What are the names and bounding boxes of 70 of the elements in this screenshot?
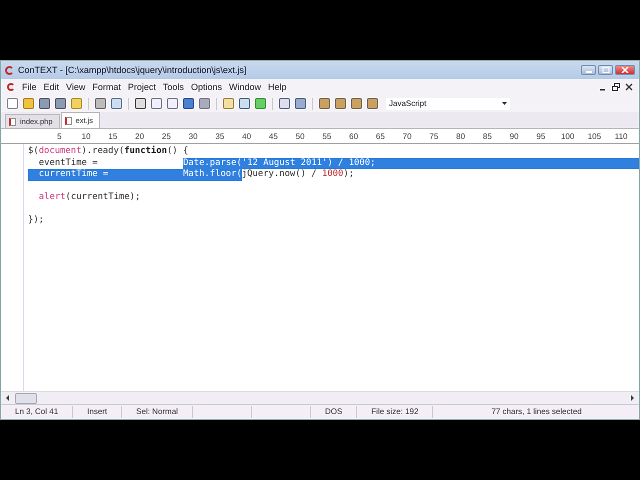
code-text: ); (343, 169, 354, 180)
restore-icon[interactable] (612, 83, 620, 91)
code-text: eventTime = (38, 158, 99, 169)
code-text: () { (166, 146, 188, 158)
maximize-icon (602, 67, 610, 73)
ruler-number: 75 (428, 132, 440, 140)
app-logo-icon (5, 66, 14, 74)
code-text: document (38, 146, 82, 158)
menu-item[interactable]: Options (190, 82, 222, 92)
language-dropdown[interactable]: JavaScript (386, 98, 510, 110)
ruler-number: 105 (586, 132, 602, 140)
code-text: jQuery.now() / (242, 169, 318, 180)
ruler-number: 70 (402, 132, 413, 140)
file-icon (64, 116, 72, 124)
ruler-number: 55 (321, 132, 332, 140)
ruler-number: 80 (455, 132, 466, 140)
menu-item[interactable]: View (66, 82, 86, 92)
ruler-number: 85 (482, 132, 493, 140)
menu-item[interactable]: Help (268, 82, 286, 92)
status-text: Ln 3, Col 41 (1, 406, 74, 418)
scroll-thumb[interactable] (15, 392, 37, 404)
ruler-number: 65 (374, 132, 386, 140)
file-icon (9, 118, 16, 126)
ruler-number: 30 (188, 132, 199, 140)
ruler-number: 5 (56, 132, 63, 140)
ruler-number: 20 (134, 132, 146, 140)
menu-item[interactable]: Window (228, 82, 261, 92)
close-icon (621, 67, 629, 73)
document-menu-icon[interactable] (7, 83, 15, 91)
close-icon[interactable] (625, 83, 633, 91)
ruler-number: 35 (214, 132, 226, 140)
ruler-number: 40 (241, 132, 252, 140)
ruler-number: 25 (160, 132, 172, 140)
menu-item[interactable]: Project (128, 82, 156, 92)
scroll-left-icon[interactable] (5, 394, 11, 402)
minimize-button[interactable] (581, 65, 596, 75)
code-text: }); (28, 215, 44, 226)
menu-item[interactable]: Tools (162, 82, 184, 92)
code-text: function (124, 146, 167, 158)
ruler-number: 15 (107, 132, 118, 140)
dropdown-arrow-icon (502, 102, 507, 105)
ruler-number: 110 (614, 132, 628, 140)
status-text: DOS (310, 406, 358, 418)
ruler-number: 10 (80, 132, 92, 140)
scroll-right-icon[interactable] (629, 394, 635, 402)
ruler-number: 45 (268, 132, 279, 140)
code-text: Date.parse('12 August 2011') / 1000; (183, 158, 376, 169)
ruler-number: 95 (535, 132, 546, 140)
ruler-number: 60 (348, 132, 360, 140)
close-button[interactable] (615, 65, 635, 75)
status-text: File size: 192 (357, 406, 434, 418)
code-text: (currentTime); (66, 192, 140, 204)
ruler-number: 90 (508, 132, 520, 140)
code-text: alert (38, 192, 66, 204)
selection-highlight (28, 169, 39, 180)
menu-item[interactable]: Edit (44, 82, 60, 92)
horizontal-scrollbar[interactable] (1, 391, 639, 404)
code-text: 1000 (322, 169, 344, 180)
ruler-number: 50 (294, 132, 306, 140)
code-text: ).ready( (81, 146, 124, 158)
ruler-number: 100 (560, 132, 576, 140)
status-text: 77 chars, 1 lines selected (490, 406, 583, 418)
code-text: $( (28, 146, 39, 158)
window-title: ConTEXT - [C:\xampp\htdocs\jquery\introduction\js\ext.js] (18, 65, 246, 75)
maximize-button[interactable] (598, 65, 613, 75)
menu-item[interactable]: File (22, 82, 37, 92)
status-text: Insert (73, 406, 122, 418)
menu-item[interactable]: Format (92, 82, 121, 92)
status-text: Sel: Normal (122, 406, 193, 418)
code-text: currentTime = Math.floor( (38, 169, 242, 180)
